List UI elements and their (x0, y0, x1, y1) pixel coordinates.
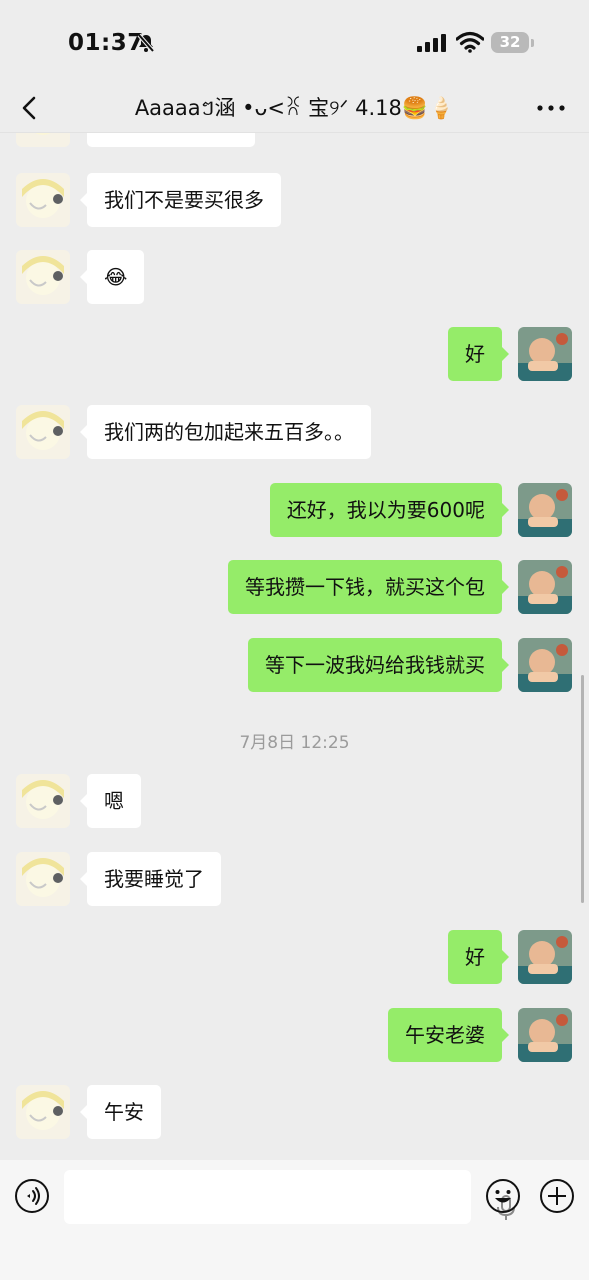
chat-header: Aaaaaៗ涵 •ᴗ<ꐦ 宝୨ᐟ 4.18🍔🍦 (0, 84, 589, 133)
avatar[interactable] (16, 133, 70, 147)
message-row: 😂 (0, 250, 589, 310)
message-bubble[interactable]: 午安 (80, 1085, 161, 1139)
message-bubble[interactable]: 好 (448, 930, 509, 984)
status-bar: 01:37 32 (0, 0, 589, 84)
avatar[interactable] (518, 560, 572, 614)
signal-icon (417, 34, 446, 52)
message-bubble[interactable]: 我要睡觉了 (80, 852, 221, 906)
message-bubble[interactable]: 还好，我以为要600呢 (269, 483, 510, 537)
emoji-icon[interactable] (485, 1178, 521, 1214)
message-bubble[interactable]: 嗯 (80, 774, 141, 828)
message-row: 嗯 (0, 774, 589, 834)
chat-title: Aaaaaៗ涵 •ᴗ<ꐦ 宝୨ᐟ 4.18🍔🍦 (134, 96, 455, 120)
message-row: 还好，我以为要600呢 (0, 483, 589, 543)
message-input[interactable] (64, 1170, 515, 1224)
wifi-icon (456, 31, 484, 53)
status-time: 01:37 (68, 30, 144, 56)
message-list[interactable]: 我们不是要买很多 😂 好 我们两的包加起来五百多。。 还好，我以为要600呢 等… (0, 133, 589, 1160)
message-row: 我们不是要买很多 (0, 173, 589, 233)
avatar[interactable] (518, 483, 572, 537)
message-bubble[interactable]: 我们两的包加起来五百多。。 (80, 405, 371, 459)
message-bubble[interactable]: 等下一波我妈给我钱就买 (248, 638, 509, 692)
avatar[interactable] (518, 930, 572, 984)
message-bubble[interactable]: 我们不是要买很多 (80, 173, 281, 227)
voice-icon[interactable] (14, 1178, 50, 1214)
message-row: 午安 (0, 1085, 589, 1145)
message-row: 等下一波我妈给我钱就买 (0, 638, 589, 698)
back-icon[interactable] (16, 90, 46, 126)
message-row: 午安老婆 (0, 1008, 589, 1068)
message-bubble[interactable]: 好 (448, 327, 509, 381)
message-row: 我们两的包加起来五百多。。 (0, 405, 589, 465)
plus-icon[interactable] (539, 1178, 575, 1214)
message-row (0, 133, 589, 153)
message-row: 我要睡觉了 (0, 852, 589, 912)
avatar[interactable] (518, 1008, 572, 1062)
battery-indicator: 32 (491, 32, 529, 53)
message-bubble[interactable]: 午安老婆 (388, 1008, 509, 1062)
message-bubble[interactable]: 等我攒一下钱，就买这个包 (228, 560, 509, 614)
message-row: 等我攒一下钱，就买这个包 (0, 560, 589, 620)
avatar[interactable] (16, 250, 70, 304)
avatar[interactable] (518, 327, 572, 381)
message-bubble[interactable]: 😂 (79, 250, 145, 304)
avatar[interactable] (16, 173, 70, 227)
scrollbar[interactable] (581, 675, 584, 903)
message-timestamp: 7月8日 12:25 (239, 733, 350, 753)
input-bar (0, 1160, 589, 1280)
bell-slash-icon (137, 33, 155, 53)
avatar[interactable] (16, 1085, 70, 1139)
avatar[interactable] (16, 852, 70, 906)
more-icon[interactable] (535, 94, 567, 122)
avatar[interactable] (16, 774, 70, 828)
message-row: 好 (0, 930, 589, 990)
avatar[interactable] (16, 405, 70, 459)
avatar[interactable] (518, 638, 572, 692)
message-row: 好 (0, 327, 589, 387)
message-bubble[interactable] (87, 133, 255, 147)
battery-tip (531, 39, 534, 47)
